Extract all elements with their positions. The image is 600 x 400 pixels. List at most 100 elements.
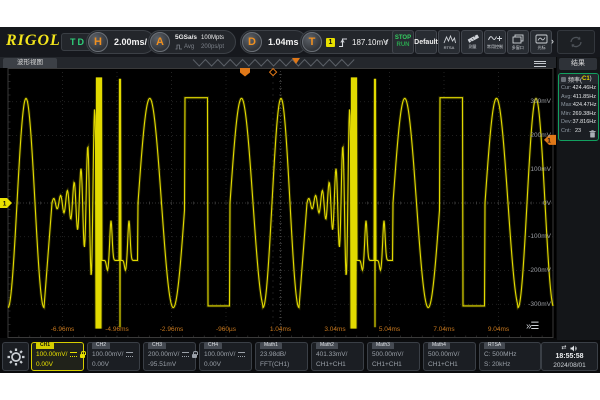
status-tab-Math2[interactable]: Math2 xyxy=(316,342,338,349)
memory-depth-bar[interactable] xyxy=(0,57,556,68)
menu-icon[interactable] xyxy=(534,59,546,68)
clock-date: 2024/08/01 xyxy=(542,361,597,370)
gear-icon xyxy=(7,348,25,366)
status-box-CH2[interactable]: CH2100.00mV/0.00V xyxy=(87,342,140,371)
time-label: 7.04ms xyxy=(433,326,454,333)
multi-window-button[interactable]: 多窗口 xyxy=(507,30,529,54)
spectrum-icon xyxy=(443,35,456,44)
time-label: 3.04ms xyxy=(324,326,345,333)
status-tab-CH3[interactable]: CH3 xyxy=(148,342,166,349)
controls-button[interactable]: 常用控制 xyxy=(484,30,506,54)
default-button[interactable]: Default xyxy=(415,30,437,54)
circular-arrows-icon xyxy=(568,35,584,49)
svg-text:1: 1 xyxy=(3,201,7,208)
status-box-CH4[interactable]: CH4100.00mV/0.00V xyxy=(199,342,252,371)
status-box-Math4[interactable]: Math4500.00mV/CH1+CH1 xyxy=(423,342,476,371)
status-box-CH3[interactable]: CH3200.00mV/-95.51mV xyxy=(143,342,196,371)
status-box-Math3[interactable]: Math3500.00mV/CH1+CH1 xyxy=(367,342,420,371)
clock-time: 18:55:58 xyxy=(542,352,597,361)
screen-wave-icon xyxy=(535,34,548,44)
measurement-card-header[interactable]: 频率(C1) xyxy=(559,74,598,84)
clock-box[interactable]: ⇄ 18:55:58 2024/08/01 xyxy=(541,342,598,371)
time-label: -960µs xyxy=(216,326,236,333)
top-bar: RIGOL T D H 2.00ms/ A 5GSa/s Avg 100Mpts … xyxy=(0,27,600,57)
acquire-icon[interactable]: A xyxy=(150,32,170,52)
measurement-row: Avg:411.85Hz xyxy=(559,93,598,102)
settings-button[interactable] xyxy=(2,342,29,371)
time-label: 5.04ms xyxy=(379,326,400,333)
memory-depth: 100Mpts xyxy=(201,34,224,42)
trigger-position-marker xyxy=(240,68,250,77)
delay-marker xyxy=(270,69,277,76)
stop-run-button[interactable]: STOP RUN xyxy=(392,30,414,54)
acquire-control[interactable]: A 5GSa/s Avg 100Mpts 200ps/pt xyxy=(148,30,236,54)
horizontal-scale-value: 2.00ms/ xyxy=(114,37,147,47)
windows-icon xyxy=(512,34,524,44)
acquire-mode: Avg xyxy=(175,43,197,51)
rigol-logo: RIGOL xyxy=(6,32,61,50)
status-box-Math1[interactable]: Math123.98dB/FFT(CH1) xyxy=(255,342,308,371)
rtsa-button[interactable]: RTSA xyxy=(438,30,460,54)
refresh-button-disabled[interactable] xyxy=(557,30,595,54)
volt-label: 300mV xyxy=(530,98,551,105)
results-header[interactable]: 结果 xyxy=(559,58,597,70)
waveform-display[interactable]: 11 300mV200mV100mV0V-100mV-200mV-300mV -… xyxy=(0,68,556,338)
status-box-CH1[interactable]: CH1100.00mV/0.00V xyxy=(31,342,84,371)
measurement-row: Max:424.47Hz xyxy=(559,101,598,110)
delay-icon[interactable]: D xyxy=(242,32,262,52)
lan-icon: ⇄ xyxy=(561,344,566,352)
time-label: 1.04ms xyxy=(270,326,291,333)
status-tab-CH1[interactable]: CH1 xyxy=(36,342,54,349)
measurement-row: Dev:37.816Hz xyxy=(559,118,598,127)
ruler-icon xyxy=(466,34,479,43)
lock-icon xyxy=(80,354,85,358)
measurement-row: Cur:424.46Hz xyxy=(559,84,598,93)
horizontal-icon[interactable]: H xyxy=(88,32,108,52)
time-label: -2.96ms xyxy=(160,326,183,333)
measurement-source: C1 xyxy=(582,76,590,82)
volt-label: -200mV xyxy=(528,267,551,274)
trigger-icon[interactable]: T xyxy=(302,32,322,52)
pulse-icon xyxy=(175,44,183,50)
measurement-card[interactable]: 频率(C1) Cur:424.46HzAvg:411.85HzMax:424.4… xyxy=(558,73,599,141)
status-box-Math2[interactable]: Math2401.33mV/CH1+CH1 xyxy=(311,342,364,371)
toolbar-scroll-left[interactable]: ‹ xyxy=(385,36,388,46)
dc-coupling-icon xyxy=(182,352,189,357)
trigger-source-badge: 1 xyxy=(326,38,335,47)
status-box-RTSA[interactable]: RTSAC: 500MHzS: 20kHz xyxy=(479,342,541,371)
status-tab-CH4[interactable]: CH4 xyxy=(204,342,222,349)
expand-menu-icon[interactable]: »☰ xyxy=(526,321,539,332)
toolbar-scroll-right[interactable]: › xyxy=(551,36,554,46)
dc-coupling-icon xyxy=(126,352,133,357)
waveform-plus-icon xyxy=(488,34,502,43)
measure-button[interactable]: 测量 xyxy=(461,30,483,54)
lock-icon xyxy=(192,354,197,358)
measurement-icon xyxy=(561,77,566,82)
status-tab-Math4[interactable]: Math4 xyxy=(428,342,450,349)
cursor-button[interactable]: 光标 xyxy=(530,30,552,54)
volt-label: 0V xyxy=(543,200,551,207)
sample-rate: 5GSa/s xyxy=(175,34,197,42)
trigger-level-value: 187.10mV xyxy=(352,38,388,47)
volt-label: 100mV xyxy=(530,166,551,173)
trigger-control[interactable]: T 1 187.10mV A xyxy=(300,30,405,54)
status-tab-RTSA[interactable]: RTSA xyxy=(484,342,505,349)
dc-coupling-icon xyxy=(238,352,245,357)
delay-control[interactable]: D 1.04ms xyxy=(240,30,307,54)
delay-value: 1.04ms xyxy=(268,37,299,47)
status-tab-CH2[interactable]: CH2 xyxy=(92,342,110,349)
status-tab-Math1[interactable]: Math1 xyxy=(260,342,282,349)
graticule-and-trace: 11 xyxy=(0,68,556,338)
speaker-icon xyxy=(570,345,578,352)
view-tab-strip: 波形视图 xyxy=(0,57,556,68)
results-panel: 结果 频率(C1) Cur:424.46HzAvg:411.85HzMax:42… xyxy=(557,57,600,340)
trash-icon[interactable] xyxy=(589,130,596,138)
ch1-ground-marker: 1 xyxy=(0,198,12,208)
measurement-row: Min:269.38Hz xyxy=(559,110,598,119)
time-label: 9.04ms xyxy=(488,326,509,333)
horizontal-scale-control[interactable]: H 2.00ms/ xyxy=(86,30,155,54)
sample-resolution: 200ps/pt xyxy=(201,43,224,51)
rising-edge-icon xyxy=(338,37,348,48)
status-tab-Math3[interactable]: Math3 xyxy=(372,342,394,349)
volt-label: -300mV xyxy=(528,301,551,308)
